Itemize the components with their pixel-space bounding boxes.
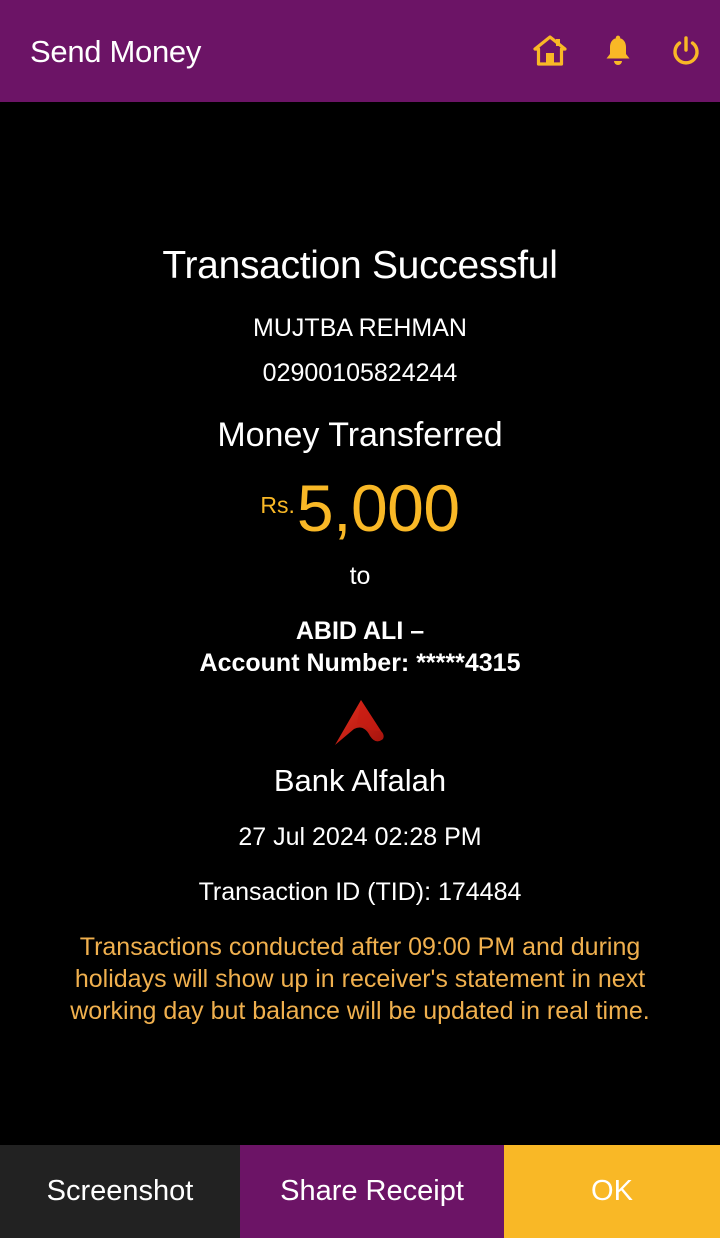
amount-row: Rs. 5,000: [0, 470, 720, 546]
screenshot-button[interactable]: Screenshot: [0, 1145, 240, 1238]
money-transferred-label: Money Transferred: [217, 416, 503, 454]
receipt-panel: Transaction Successful MUJTBA REHMAN 029…: [0, 102, 720, 1145]
recipient-account: Account Number: *****4315: [199, 649, 521, 677]
notifications-button[interactable]: [599, 32, 637, 70]
home-icon: [533, 35, 567, 66]
to-label: to: [349, 562, 371, 590]
sender-name: MUJTBA REHMAN: [253, 314, 467, 342]
logout-button[interactable]: [667, 32, 705, 70]
transaction-id: Transaction ID (TID): 174484: [198, 878, 522, 906]
send-money-screen: Send Money Transaction Successful MUJTBA…: [0, 0, 720, 1238]
currency-label: Rs.: [260, 492, 295, 518]
ok-button[interactable]: OK: [504, 1145, 720, 1238]
share-receipt-button[interactable]: Share Receipt: [240, 1145, 504, 1238]
transaction-status: Transaction Successful: [162, 244, 558, 287]
amount-value: 5,000: [296, 471, 460, 545]
bank-name: Bank Alfalah: [273, 763, 447, 798]
sender-account: 02900105824244: [262, 359, 458, 387]
action-bar: Screenshot Share Receipt OK: [0, 1145, 720, 1238]
bell-icon: [606, 35, 630, 65]
processing-notice: Transactions conducted after 09:00 PM an…: [70, 933, 650, 1025]
page-title: Send Money: [30, 34, 202, 69]
app-header: Send Money: [0, 0, 720, 102]
home-button[interactable]: [531, 32, 569, 70]
bank-alfalah-logo: [335, 700, 384, 745]
transaction-datetime: 27 Jul 2024 02:28 PM: [238, 823, 482, 851]
recipient-name: ABID ALI –: [295, 617, 425, 645]
power-icon: [673, 36, 699, 65]
